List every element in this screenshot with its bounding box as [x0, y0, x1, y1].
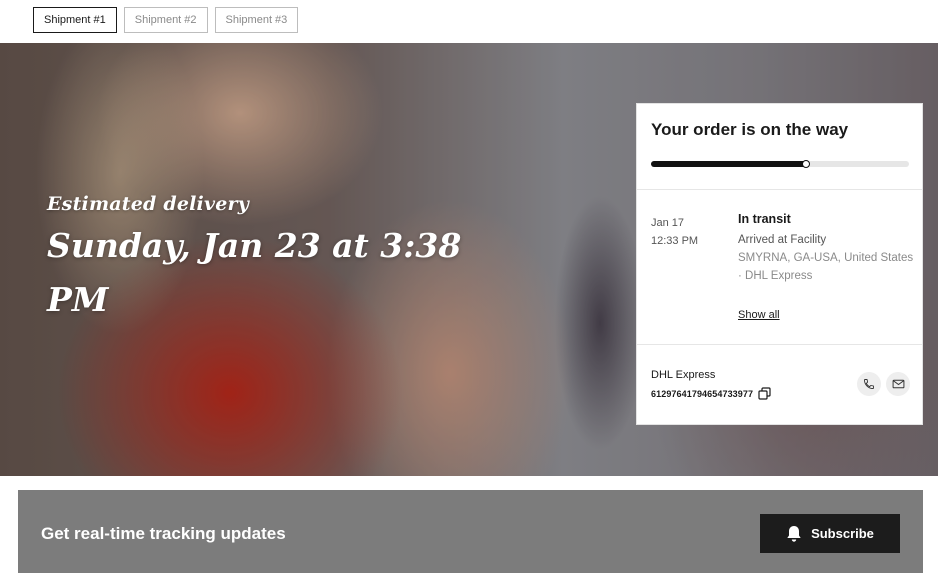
- bell-icon: [786, 525, 802, 543]
- card-divider-bottom: [637, 344, 922, 345]
- tracking-number: 61297641794654733977: [651, 388, 754, 399]
- tab-shipment-3[interactable]: Shipment #3: [214, 7, 299, 33]
- event-status: In transit: [738, 212, 791, 226]
- event-date: Jan 17: [651, 217, 685, 229]
- phone-icon: [863, 378, 875, 390]
- delivery-progress-marker: [801, 160, 810, 168]
- event-timestamp: Jan 17 12:33 PM: [651, 214, 698, 250]
- mail-icon: [892, 378, 905, 390]
- subscribe-label: Subscribe: [811, 526, 874, 541]
- tab-shipment-2[interactable]: Shipment #2: [123, 7, 208, 33]
- email-carrier-button[interactable]: [886, 372, 910, 396]
- event-description: Arrived at Facility: [738, 234, 827, 246]
- order-status-card: Your order is on the way Jan 17 12:33 PM…: [636, 103, 923, 425]
- carrier-name: DHL Express: [651, 369, 716, 381]
- event-location: SMYRNA, GA-USA, United States · DHL Expr…: [738, 252, 914, 282]
- order-status-title: Your order is on the way: [651, 120, 849, 139]
- subscribe-button[interactable]: Subscribe: [760, 514, 900, 553]
- estimated-delivery-date: Sunday, Jan 23 at 3:38 PM: [47, 219, 517, 327]
- event-time: 12:33 PM: [651, 235, 699, 247]
- delivery-progress-fill: [651, 161, 806, 167]
- call-carrier-button[interactable]: [857, 372, 881, 396]
- delivery-date-line-1: Sunday, Jan 23 at 3:38: [47, 226, 462, 265]
- tracking-event: In transit Arrived at Facility SMYRNA, G…: [738, 212, 918, 285]
- tracking-updates-banner: Get real-time tracking updates Subscribe: [18, 490, 923, 573]
- tracking-number-row: 61297641794654733977: [651, 387, 771, 400]
- copy-icon[interactable]: [758, 387, 771, 400]
- delivery-date-line-2: PM: [47, 280, 109, 319]
- estimated-delivery: Estimated delivery Sunday, Jan 23 at 3:3…: [47, 193, 517, 327]
- delivery-progress-bar: [651, 160, 909, 168]
- tracking-updates-text: Get real-time tracking updates: [41, 524, 286, 543]
- shipment-tabs: Shipment #1 Shipment #2 Shipment #3: [33, 7, 299, 33]
- estimated-delivery-label: Estimated delivery: [47, 193, 249, 215]
- tab-shipment-1[interactable]: Shipment #1: [33, 7, 117, 33]
- card-divider-top: [637, 189, 922, 190]
- show-all-link[interactable]: Show all: [738, 309, 780, 321]
